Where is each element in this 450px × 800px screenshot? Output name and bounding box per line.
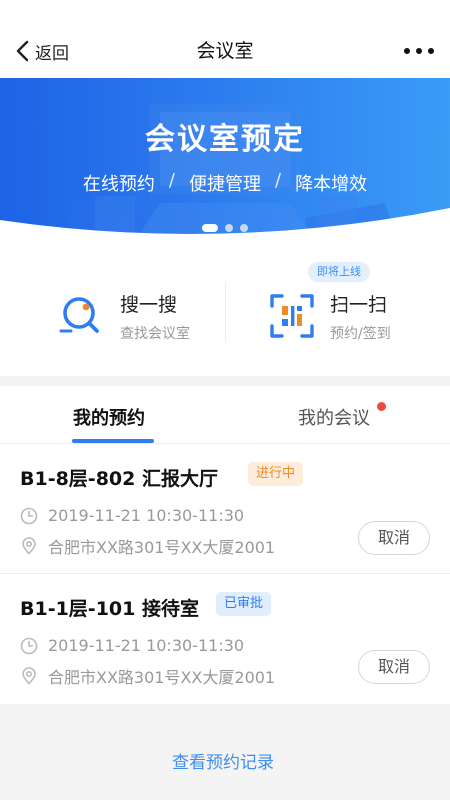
banner-separator: /: [275, 170, 282, 191]
view-booking-records-link[interactable]: 查看预约记录: [172, 748, 274, 773]
booking-card[interactable]: B1-8层-802 汇报大厅 进行中 2019-11-21 10:30-11:3…: [0, 444, 450, 572]
status-badge: 已审批: [216, 592, 272, 616]
cancel-booking-button[interactable]: 取消: [358, 521, 430, 555]
carousel-indicator: [0, 224, 450, 232]
tab-bar: 我的预约 我的会议: [0, 386, 450, 444]
clock-icon: [20, 637, 38, 654]
search-room-action[interactable]: 搜一搜 查找会议室: [58, 286, 190, 346]
banner-title: 会议室预定: [145, 122, 305, 157]
booking-card[interactable]: B1-1层-101 接待室 已审批 2019-11-21 10:30-11:30…: [0, 574, 450, 704]
carousel-dot[interactable]: [225, 224, 233, 232]
carousel-dot[interactable]: [240, 224, 248, 232]
banner-tag: 在线预约: [82, 174, 155, 195]
location-pin-icon: [22, 667, 36, 685]
booking-time-row: 2019-11-21 10:30-11:30: [20, 506, 244, 525]
clock-icon: [20, 507, 38, 524]
tab-my-bookings[interactable]: 我的预约: [73, 404, 145, 430]
booking-time-row: 2019-11-21 10:30-11:30: [20, 636, 244, 655]
search-action-title: 搜一搜: [120, 293, 178, 316]
carousel-dot-active[interactable]: [202, 224, 218, 232]
room-name: B1-1层-101 接待室: [20, 598, 199, 620]
search-action-subtitle: 查找会议室: [120, 325, 190, 342]
conference-room-illustration: [0, 104, 450, 248]
tab-my-meetings[interactable]: 我的会议: [298, 404, 370, 430]
coming-soon-badge: 即将上线: [308, 262, 370, 282]
booking-address: 合肥市XX路301号XX大厦2001: [48, 668, 276, 687]
banner-tagline: 在线预约 / 便捷管理 / 降本增效: [0, 170, 450, 196]
section-spacer: [0, 376, 450, 386]
booking-time: 2019-11-21 10:30-11:30: [48, 636, 245, 655]
promo-banner[interactable]: 会议室预定 在线预约 / 便捷管理 / 降本增效: [0, 78, 450, 248]
scan-action-title: 扫一扫: [330, 293, 388, 316]
more-dot-icon: [416, 48, 422, 54]
room-name: B1-8层-802 汇报大厅: [20, 468, 218, 490]
notification-dot: [377, 402, 386, 411]
page-title: 会议室: [196, 40, 254, 62]
status-badge: 进行中: [248, 462, 304, 486]
scan-action-subtitle: 预约/签到: [330, 325, 391, 342]
cancel-booking-button[interactable]: 取消: [358, 650, 430, 684]
more-dot-icon: [404, 48, 410, 54]
action-divider: [225, 282, 226, 342]
booking-address-row: 合肥市XX路301号XX大厦2001: [20, 664, 275, 688]
active-tab-indicator: [72, 439, 154, 443]
navigation-bar: 返回 会议室: [0, 0, 450, 78]
qr-scan-icon: [270, 294, 314, 338]
booking-time: 2019-11-21 10:30-11:30: [48, 506, 245, 525]
banner-tag: 降本增效: [295, 174, 368, 195]
banner-separator: /: [168, 170, 175, 191]
booking-address: 合肥市XX路301号XX大厦2001: [48, 538, 276, 557]
more-menu-button[interactable]: [404, 40, 434, 62]
more-dot-icon: [428, 48, 434, 54]
banner-tag: 便捷管理: [189, 174, 261, 195]
scan-qr-action[interactable]: 扫一扫 预约/签到: [268, 286, 391, 346]
location-pin-icon: [22, 537, 36, 555]
booking-address-row: 合肥市XX路301号XX大厦2001: [20, 534, 275, 558]
search-magnifier-icon: [59, 297, 99, 333]
